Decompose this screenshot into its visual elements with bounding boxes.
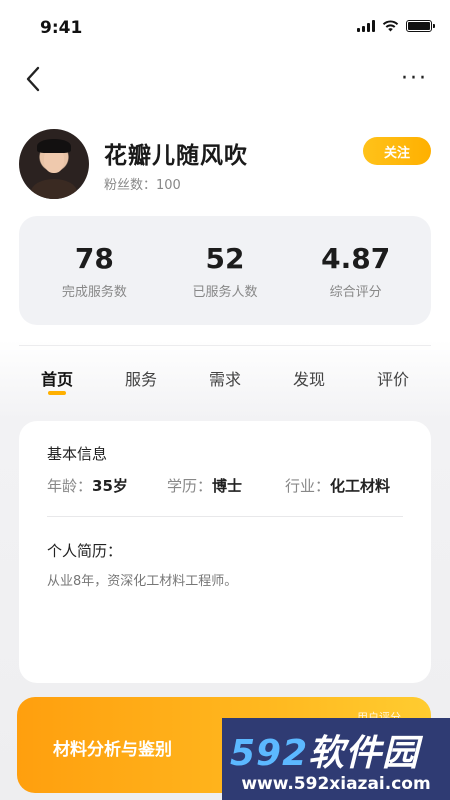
tab-services[interactable]: 服务 xyxy=(125,366,157,390)
divider xyxy=(47,516,403,517)
tab-bar: 首页 服务 需求 发现 评价 xyxy=(0,356,450,404)
tab-home[interactable]: 首页 xyxy=(41,366,73,390)
watermark-logo: 592软件园 xyxy=(230,733,420,774)
avatar[interactable] xyxy=(19,129,89,199)
status-bar: 9:41 xyxy=(0,0,450,56)
resume-text: 从业8年，资深化工材料工程师。 xyxy=(47,574,238,589)
education-item: 学历：博士 xyxy=(167,475,242,496)
industry-value: 化工材料 xyxy=(330,477,391,495)
basic-info-row: 年龄：35岁 学历：博士 行业：化工材料 xyxy=(47,475,407,495)
stat-label: 完成服务数 xyxy=(61,285,127,300)
status-time: 9:41 xyxy=(40,18,83,38)
education-value: 博士 xyxy=(212,477,243,495)
active-tab-indicator xyxy=(48,391,66,395)
status-icons xyxy=(357,20,435,32)
education-key: 学历： xyxy=(167,477,213,495)
divider xyxy=(19,345,431,346)
watermark-url: www.592xiazai.com xyxy=(241,774,431,794)
cellular-signal-icon xyxy=(357,20,375,32)
age-key: 年龄： xyxy=(47,477,93,495)
age-item: 年龄：35岁 xyxy=(47,475,128,496)
watermark: 592软件园 www.592xiazai.com xyxy=(222,718,450,800)
info-card: 基本信息 年龄：35岁 学历：博士 行业：化工材料 个人简历： 从业8年，资深化… xyxy=(19,421,431,683)
banner-title: 材料分析与鉴别 xyxy=(53,740,172,760)
age-value: 35岁 xyxy=(92,477,128,495)
stat-overall-rating: 4.87 综合评分 xyxy=(296,241,416,300)
stat-label: 已服务人数 xyxy=(192,285,258,300)
stat-value: 78 xyxy=(74,242,114,275)
basic-info-title: 基本信息 xyxy=(47,445,108,463)
stat-value: 52 xyxy=(205,242,245,275)
follow-button[interactable]: 关注 xyxy=(363,137,431,165)
resume-title: 个人简历： xyxy=(47,542,123,560)
user-name: 花瓣儿随风吹 xyxy=(104,143,248,169)
fans-count: 粉丝数：100 xyxy=(104,178,181,193)
wifi-icon xyxy=(382,20,399,32)
industry-item: 行业：化工材料 xyxy=(285,475,390,496)
stat-completed-services: 78 完成服务数 xyxy=(34,241,154,300)
back-arrow-icon[interactable] xyxy=(22,64,46,94)
tab-reviews[interactable]: 评价 xyxy=(377,366,409,390)
tab-needs[interactable]: 需求 xyxy=(209,366,241,390)
stat-value: 4.87 xyxy=(321,242,391,275)
stats-card: 78 完成服务数 52 已服务人数 4.87 综合评分 xyxy=(19,216,431,325)
more-options-icon[interactable]: ··· xyxy=(401,68,428,90)
industry-key: 行业： xyxy=(285,477,331,495)
stat-served-people: 52 已服务人数 xyxy=(165,241,285,300)
stat-label: 综合评分 xyxy=(329,285,382,300)
tab-discover[interactable]: 发现 xyxy=(293,366,325,390)
battery-icon xyxy=(406,20,435,32)
